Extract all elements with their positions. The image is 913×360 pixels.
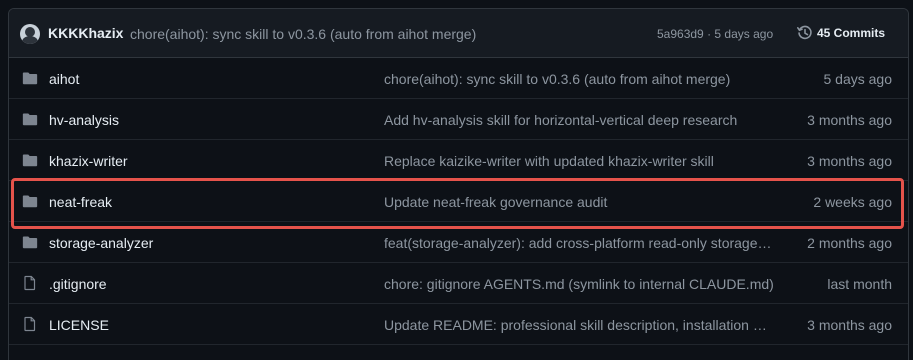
commit-message-link[interactable]: chore: gitignore AGENTS.md (symlink to i… (384, 276, 774, 292)
highlight-outline (11, 178, 904, 229)
commit-date: 2 months ago (807, 235, 892, 251)
file-row-license[interactable]: LICENSE Update README: professional skil… (9, 304, 908, 345)
commit-author-link[interactable]: KKKKhazix (48, 25, 123, 41)
folder-icon (22, 111, 38, 127)
file-name-link[interactable]: LICENSE (49, 317, 109, 333)
file-icon (22, 275, 38, 291)
file-icon (22, 316, 38, 332)
commit-meta: 5a963d9 · 5 days ago (657, 27, 773, 41)
file-name-link[interactable]: .gitignore (49, 276, 107, 292)
commits-count-link[interactable]: 45 Commits (817, 26, 885, 40)
commit-hash-link[interactable]: 5a963d9 (657, 27, 704, 41)
commit-date: 5 days ago (823, 71, 893, 87)
meta-separator: · (707, 27, 712, 41)
author-avatar[interactable] (20, 24, 40, 44)
commit-message-link[interactable]: Update README: professional skill descri… (384, 317, 774, 333)
file-name-link[interactable]: storage-analyzer (49, 235, 153, 251)
folder-icon (22, 152, 38, 168)
file-row-aihot[interactable]: aihot chore(aihot): sync skill to v0.3.6… (9, 58, 908, 99)
file-name-link[interactable]: aihot (49, 71, 79, 87)
file-row-khazix-writer[interactable]: khazix-writer Replace kaizike-writer wit… (9, 140, 908, 181)
commit-date: 3 months ago (807, 317, 892, 333)
latest-commit-message[interactable]: chore(aihot): sync skill to v0.3.6 (auto… (130, 26, 476, 42)
commit-message-link[interactable]: feat(storage-analyzer): add cross-platfo… (384, 235, 774, 251)
commit-message-link[interactable]: chore(aihot): sync skill to v0.3.6 (auto… (384, 71, 774, 87)
file-name-link[interactable]: hv-analysis (49, 112, 119, 128)
commit-date: last month (827, 276, 892, 292)
commit-date: 3 months ago (807, 112, 892, 128)
file-name-link[interactable]: khazix-writer (49, 153, 128, 169)
folder-icon (22, 70, 38, 86)
commit-message-link[interactable]: Add hv-analysis skill for horizontal-ver… (384, 112, 774, 128)
file-row-dot-gitignore[interactable]: .gitignore chore: gitignore AGENTS.md (s… (9, 263, 908, 304)
latest-commit-bar: KKKKhazix chore(aihot): sync skill to v0… (9, 9, 908, 58)
commit-date: 3 months ago (807, 153, 892, 169)
commit-time: 5 days ago (714, 27, 774, 41)
folder-icon (22, 234, 38, 250)
file-row-hv-analysis[interactable]: hv-analysis Add hv-analysis skill for ho… (9, 99, 908, 140)
commit-message-link[interactable]: Replace kaizike-writer with updated khaz… (384, 153, 774, 169)
history-clock-icon[interactable] (796, 24, 814, 42)
